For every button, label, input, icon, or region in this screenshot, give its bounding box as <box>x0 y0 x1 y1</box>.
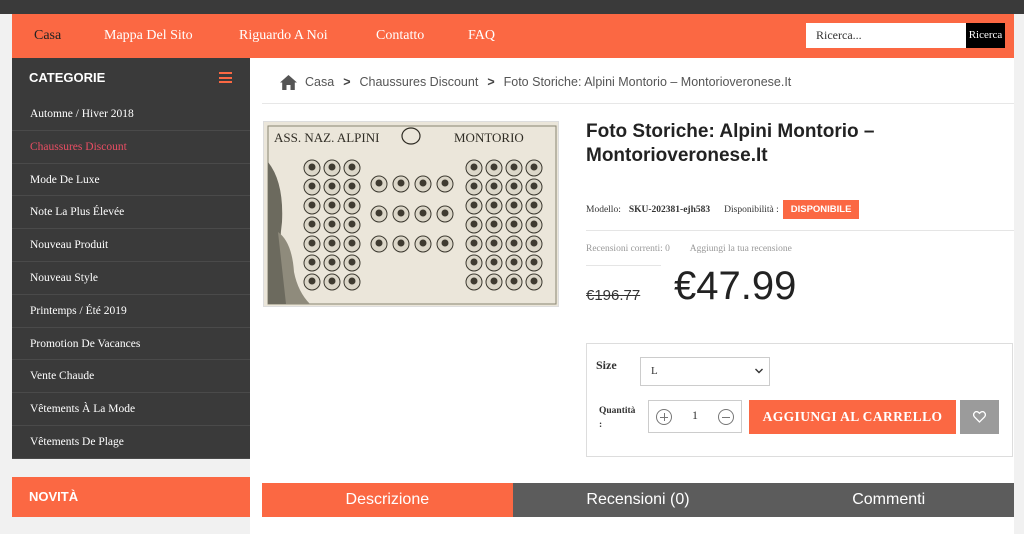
category-item[interactable]: Automne / Hiver 2018 <box>12 98 250 131</box>
quantity-value[interactable]: 1 <box>685 408 705 423</box>
wishlist-button[interactable] <box>960 400 999 434</box>
product-title: Foto Storiche: Alpini Montorio – Montori… <box>586 121 875 166</box>
tab-reviews[interactable]: Recensioni (0) <box>512 483 764 517</box>
old-price: €196.77 <box>586 287 641 304</box>
minus-icon[interactable] <box>718 409 734 425</box>
breadcrumb-separator: > <box>343 75 351 89</box>
size-select[interactable]: L <box>640 357 770 386</box>
availability-label: Disponibilità : <box>724 204 779 215</box>
add-review-link[interactable]: Aggiungi la tua recensione <box>690 244 792 254</box>
breadcrumb: Casa > Chaussures Discount > Foto Storic… <box>280 72 791 92</box>
product-image[interactable]: ASS. NAZ. ALPINI MONTORIO <box>263 121 559 307</box>
new-arrivals-header: NOVITÀ <box>12 477 250 517</box>
category-item[interactable]: Mode De Luxe <box>12 164 250 197</box>
top-strip <box>0 0 1024 14</box>
nav-sitemap[interactable]: Mappa Del Sito <box>104 14 193 58</box>
menu-icon[interactable] <box>219 72 232 83</box>
product-meta: Modello: SKU-202381-ejh583 Disponibilità… <box>586 200 860 219</box>
category-item[interactable]: Note La Plus Élevée <box>12 196 250 230</box>
category-item[interactable]: Promotion De Vacances <box>12 328 250 361</box>
category-item[interactable]: Vêtements À La Mode <box>12 393 250 426</box>
product-tabs: Descrizione Recensioni (0) Commenti <box>262 483 1015 517</box>
availability-badge: DISPONIBILE <box>782 200 860 219</box>
home-icon[interactable] <box>280 74 297 90</box>
chevron-down-icon <box>755 368 763 374</box>
search-button[interactable]: Ricerca <box>966 23 1005 48</box>
tab-comments[interactable]: Commenti <box>763 483 1015 517</box>
category-item[interactable]: Printemps / Été 2019 <box>12 295 250 328</box>
breadcrumb-category[interactable]: Chaussures Discount <box>360 75 479 89</box>
current-price: €47.99 <box>674 264 797 308</box>
purchase-options: Size L Quantità : 1 AGGIUNGI AL CARRELLO <box>586 343 1013 457</box>
categories-title: CATEGORIE <box>29 70 106 85</box>
quantity-stepper: 1 <box>648 400 742 433</box>
category-item[interactable]: Vente Chaude <box>12 360 250 394</box>
plus-icon[interactable] <box>656 409 672 425</box>
nav-about[interactable]: Riguardo A Noi <box>239 14 328 58</box>
image-caption-right: MONTORIO <box>454 130 524 145</box>
model-value: SKU-202381-ejh583 <box>628 204 711 215</box>
reviews-count: Recensioni correnti: 0 <box>586 244 670 254</box>
product-photo: ASS. NAZ. ALPINI MONTORIO <box>264 122 558 306</box>
breadcrumb-current: Foto Storiche: Alpini Montorio – Montori… <box>503 75 792 89</box>
category-item[interactable]: Vêtements De Plage <box>12 426 250 459</box>
add-to-cart-button[interactable]: AGGIUNGI AL CARRELLO <box>749 400 956 434</box>
size-label: Size <box>596 358 617 372</box>
product-main: Casa > Chaussures Discount > Foto Storic… <box>250 58 1015 534</box>
divider <box>586 265 661 266</box>
reviews-row: Recensioni correnti: 0 Aggiungi la tua r… <box>586 244 792 254</box>
nav-faq[interactable]: FAQ <box>468 14 495 58</box>
top-navigation: Casa Mappa Del Sito Riguardo A Noi Conta… <box>12 14 1014 58</box>
quantity-label: Quantità : <box>599 406 636 430</box>
categories-header: CATEGORIE <box>12 58 250 98</box>
divider <box>262 103 1014 104</box>
divider <box>586 230 1014 231</box>
search-input[interactable] <box>806 23 966 48</box>
breadcrumb-separator: > <box>487 75 495 89</box>
nav-contact[interactable]: Contatto <box>376 14 424 58</box>
breadcrumb-home[interactable]: Casa <box>305 75 334 89</box>
category-item-active[interactable]: Chaussures Discount <box>12 131 250 164</box>
nav-home[interactable]: Casa <box>12 14 84 58</box>
model-label: Modello: <box>586 204 621 215</box>
category-item[interactable]: Nouveau Produit <box>12 229 250 262</box>
heart-icon <box>973 411 986 423</box>
category-sidebar: CATEGORIE Automne / Hiver 2018 Chaussure… <box>12 58 250 459</box>
category-list: Automne / Hiver 2018 Chaussures Discount… <box>12 98 250 459</box>
image-caption-left: ASS. NAZ. ALPINI <box>274 130 379 145</box>
tab-description[interactable]: Descrizione <box>262 483 513 517</box>
category-item[interactable]: Nouveau Style <box>12 262 250 295</box>
size-selected-value: L <box>651 365 658 377</box>
